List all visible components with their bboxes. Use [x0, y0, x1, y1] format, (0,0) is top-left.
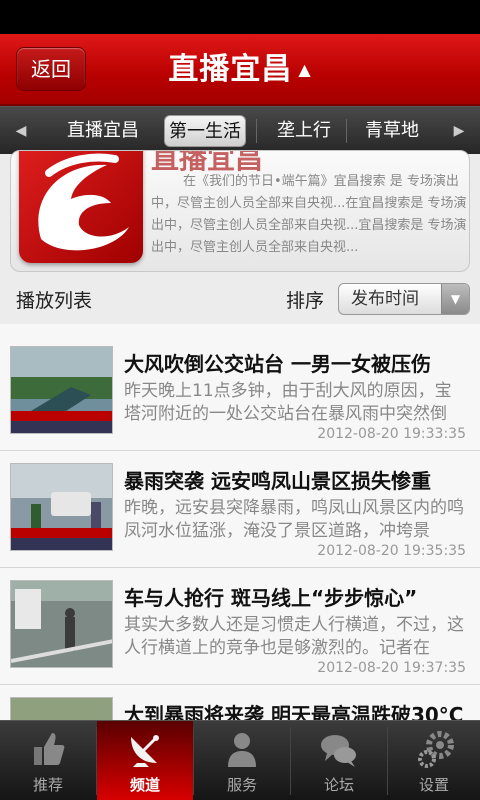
news-item[interactable]: 暴雨突袭 远安鸣凤山景区损失惨重 昨晚，远安县突降暴雨，鸣凤山风景区内的鸣凤河水… — [0, 451, 480, 568]
news-list[interactable]: 大风吹倒公交站台 一男一女被压伤 昨天晚上11点多钟，由于刮大风的原因，宝塔河附… — [0, 324, 480, 720]
news-thumbnail — [10, 463, 113, 551]
thumbs-up-icon — [34, 733, 65, 765]
tab-prev-arrow-icon[interactable]: ◀ — [6, 107, 36, 155]
channel-description: 在《我们的节日•端午篇》宜昌搜索 是 专场演出中，尽管主创人员全部来自央视...… — [151, 174, 467, 255]
channel-intro-card: 直播宜昌 在《我们的节日•端午篇》宜昌搜索 是 专场演出中，尽管主创人员全部来自… — [10, 150, 470, 272]
news-item[interactable]: 大风吹倒公交站台 一男一女被压伤 昨天晚上11点多钟，由于刮大风的原因，宝塔河附… — [0, 334, 480, 451]
news-item[interactable]: 大到暴雨将来袭 明天最高温跌破30°C — [0, 685, 480, 720]
tab-divider — [256, 119, 257, 143]
chat-bubbles-icon — [321, 735, 356, 767]
playlist-bar: 播放列表 排序 发布时间 ▼ — [0, 276, 480, 324]
nav-item-forum[interactable]: 论坛 — [291, 721, 387, 800]
news-title: 大到暴雨将来袭 明天最高温跌破30°C — [124, 703, 464, 720]
news-timestamp: 2012-08-20 19:33:35 — [317, 426, 466, 442]
news-timestamp: 2012-08-20 19:37:35 — [317, 660, 466, 676]
tab-diyi-shenghuo[interactable]: 第一生活 — [164, 115, 246, 147]
nav-item-channel[interactable]: 频道 — [97, 721, 193, 800]
page-title-text: 直播宜昌 — [168, 52, 293, 87]
news-summary: 其实大多数人还是习惯走人行横道，不过，这人行横道上的竞争也是够激烈的。记者在 — [124, 615, 464, 658]
news-summary: 昨晚，远安县突降暴雨，鸣凤山风景区内的鸣凤河水位猛涨，淹没了景区道路，冲垮景 — [124, 498, 464, 541]
person-icon — [228, 733, 256, 767]
back-button-label: 返回 — [31, 57, 71, 81]
sort-select[interactable]: 发布时间 ▼ — [338, 283, 470, 315]
bottom-nav: 推荐 频道 服务 论坛 设置 — [0, 720, 480, 800]
chevron-down-icon[interactable]: ▼ — [441, 284, 469, 314]
tab-divider — [346, 119, 347, 143]
gears-icon — [418, 731, 454, 768]
news-item[interactable]: 车与人抢行 斑马线上“步步惊心” 其实大多数人还是习惯走人行横道，不过，这人行横… — [0, 568, 480, 685]
tab-longshangxing[interactable]: 垄上行 — [266, 115, 342, 147]
title-dropdown-icon[interactable]: ▲ — [298, 60, 311, 79]
channel-tab-strip: ◀ 直播宜昌 第一生活 垄上行 青草地 ▶ — [0, 106, 480, 154]
nav-label: 推荐 — [32, 776, 63, 794]
playlist-title: 播放列表 — [16, 290, 93, 312]
nav-item-service[interactable]: 服务 — [194, 721, 290, 800]
nav-label: 频道 — [129, 776, 160, 794]
satellite-dish-icon — [131, 735, 159, 767]
status-bar — [0, 0, 480, 34]
tab-qingcaodi[interactable]: 青草地 — [352, 115, 432, 147]
channel-logo — [19, 151, 143, 263]
news-title: 大风吹倒公交站台 一男一女被压伤 — [124, 352, 431, 376]
news-thumbnail — [10, 697, 113, 720]
news-title: 暴雨突袭 远安鸣凤山景区损失惨重 — [124, 469, 431, 493]
tab-zhibo-yichang[interactable]: 直播宜昌 — [56, 115, 150, 147]
news-thumbnail — [10, 346, 113, 434]
title-bar: 直播宜昌 ▲ 返回 — [0, 34, 480, 106]
sort-select-value: 发布时间 — [351, 289, 419, 309]
nav-label: 服务 — [226, 776, 257, 794]
tab-next-arrow-icon[interactable]: ▶ — [444, 107, 474, 155]
news-title: 车与人抢行 斑马线上“步步惊心” — [124, 586, 418, 610]
nav-label: 设置 — [418, 776, 449, 794]
back-button[interactable]: 返回 — [16, 47, 86, 91]
nav-item-settings[interactable]: 设置 — [388, 721, 480, 800]
news-thumbnail — [10, 580, 113, 668]
nav-label: 论坛 — [323, 776, 354, 794]
news-summary: 昨天晚上11点多钟，由于刮大风的原因，宝塔河附近的一处公交站台在暴风雨中突然倒 — [124, 381, 452, 424]
news-timestamp: 2012-08-20 19:35:35 — [317, 543, 466, 559]
sort-label: 排序 — [286, 290, 325, 312]
nav-item-recommend[interactable]: 推荐 — [0, 721, 96, 800]
